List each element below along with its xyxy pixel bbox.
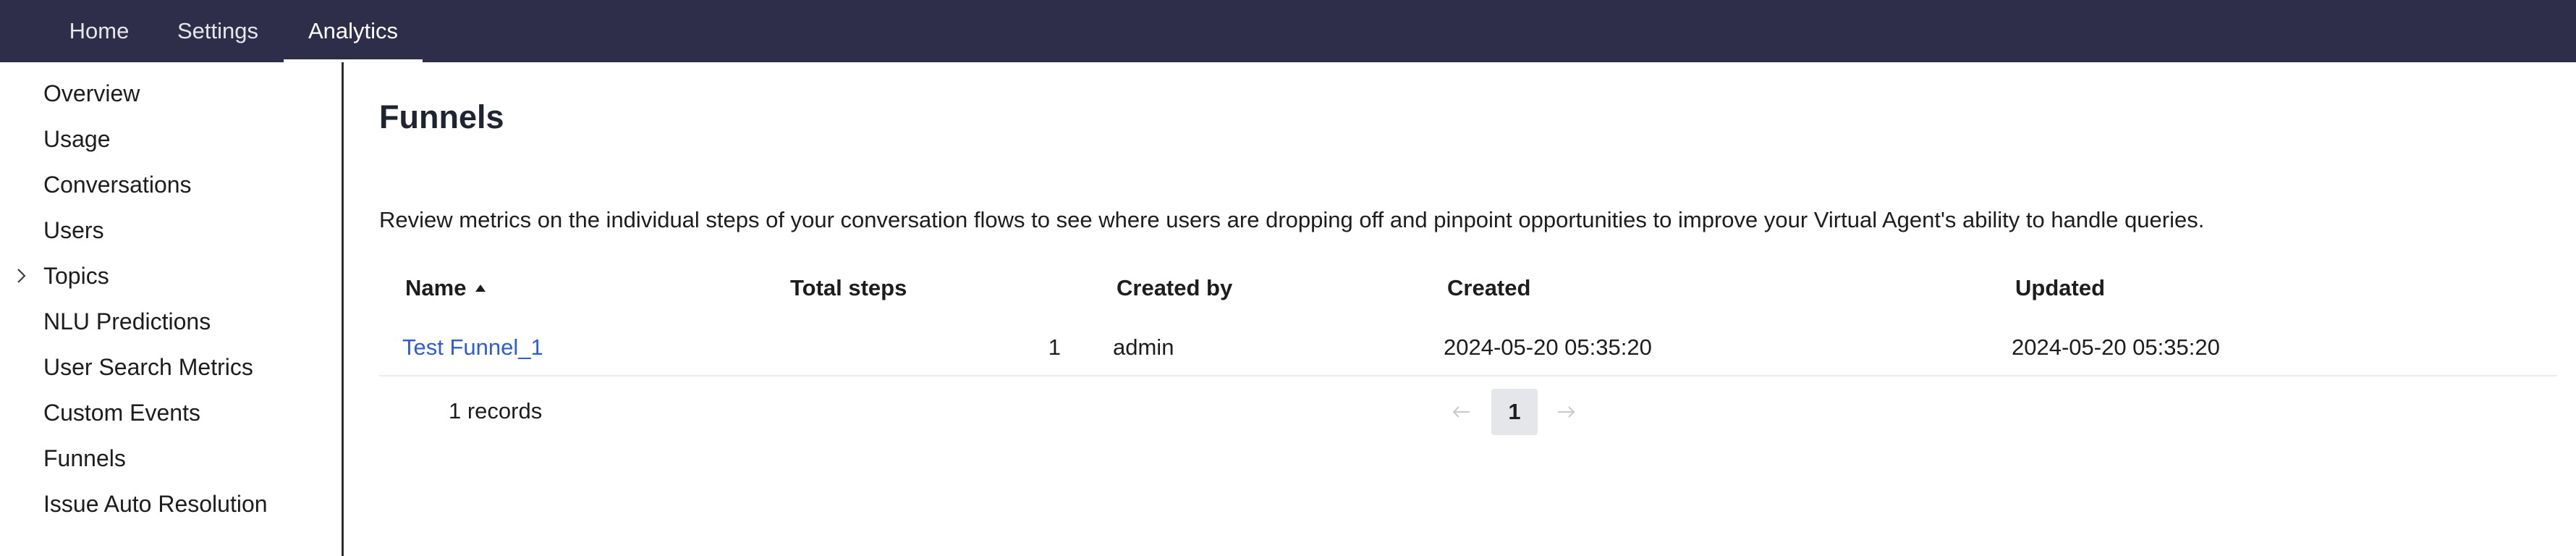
sidebar-item-topics[interactable]: Topics [43, 260, 109, 292]
total-steps-cell: 1 [1048, 334, 1061, 360]
tab-home[interactable]: Home [52, 0, 146, 62]
sidebar-item-nlu-predictions[interactable]: NLU Predictions [43, 306, 211, 337]
page-title: Funnels [379, 98, 504, 135]
sidebar-item-users[interactable]: Users [43, 214, 104, 246]
sort-ascending-icon[interactable] [475, 284, 486, 292]
tab-analytics[interactable]: Analytics [284, 0, 423, 62]
column-header-created[interactable]: Created [1447, 272, 1530, 304]
sidebar-item-issue-auto-resolution[interactable]: Issue Auto Resolution [43, 488, 268, 520]
updated-cell: 2024-05-20 05:35:20 [2012, 334, 2220, 360]
column-header-updated[interactable]: Updated [2015, 272, 2105, 304]
column-header-name[interactable]: Name [405, 272, 486, 304]
created-by-cell: admin [1113, 334, 1174, 360]
row-divider [379, 375, 2557, 376]
arrow-right-icon[interactable] [1552, 389, 1581, 435]
column-header-total-steps[interactable]: Total steps [790, 272, 907, 304]
records-count: 1 records [449, 398, 543, 424]
sidebar-item-overview[interactable]: Overview [43, 77, 140, 109]
pagination-page-button[interactable]: 1 [1491, 389, 1538, 435]
sidebar-item-conversations[interactable]: Conversations [43, 169, 192, 201]
main-content: Funnels Review metrics on the individual… [346, 62, 2576, 556]
sidebar-item-funnels[interactable]: Funnels [43, 442, 126, 474]
top-navigation: Home Settings Analytics [0, 0, 2576, 62]
chevron-right-icon[interactable] [13, 260, 30, 292]
sidebar-item-usage[interactable]: Usage [43, 123, 111, 155]
sidebar-item-custom-events[interactable]: Custom Events [43, 397, 200, 429]
tab-settings[interactable]: Settings [161, 0, 275, 62]
sidebar: Overview Usage Conversations Users Topic… [0, 62, 344, 556]
arrow-left-icon[interactable] [1446, 389, 1475, 435]
page-description: Review metrics on the individual steps o… [379, 207, 2205, 232]
funnel-name-link[interactable]: Test Funnel_1 [402, 332, 543, 363]
created-cell: 2024-05-20 05:35:20 [1444, 334, 1652, 360]
column-header-created-by[interactable]: Created by [1117, 272, 1232, 304]
sidebar-item-user-search-metrics[interactable]: User Search Metrics [43, 351, 253, 383]
column-header-label: Name [405, 275, 467, 300]
